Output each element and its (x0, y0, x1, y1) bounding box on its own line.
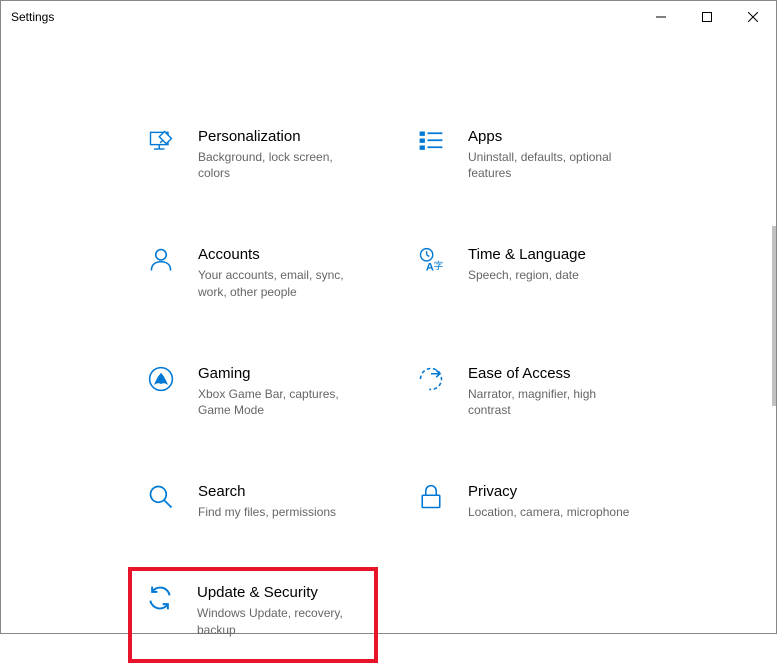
window-title: Settings (11, 10, 54, 24)
scrollbar[interactable] (772, 226, 776, 406)
settings-content: Personalization Background, lock screen,… (1, 33, 776, 650)
tile-desc: Windows Update, recovery, backup (197, 605, 361, 637)
titlebar: Settings (1, 1, 776, 33)
tile-title: Ease of Access (468, 365, 638, 382)
tile-desc: Narrator, magnifier, high contrast (468, 386, 638, 418)
tile-title: Update & Security (197, 584, 361, 601)
tile-personalization[interactable]: Personalization Background, lock screen,… (141, 123, 411, 186)
maximize-button[interactable] (684, 1, 730, 33)
tile-time-language[interactable]: A 字 Time & Language Speech, region, date (411, 241, 681, 304)
tile-title: Privacy (468, 483, 629, 500)
tile-title: Time & Language (468, 246, 586, 263)
tile-apps[interactable]: Apps Uninstall, defaults, optional featu… (411, 123, 681, 186)
tile-title: Accounts (198, 246, 368, 263)
close-button[interactable] (730, 1, 776, 33)
tile-title: Search (198, 483, 336, 500)
gaming-icon (146, 365, 176, 395)
minimize-button[interactable] (638, 1, 684, 33)
tile-desc: Your accounts, email, sync, work, other … (198, 267, 368, 299)
svg-text:A: A (426, 262, 434, 274)
apps-icon (416, 128, 446, 158)
settings-grid: Personalization Background, lock screen,… (141, 123, 776, 650)
tile-gaming[interactable]: Gaming Xbox Game Bar, captures, Game Mod… (141, 360, 411, 423)
svg-text:字: 字 (434, 260, 444, 272)
tile-desc: Background, lock screen, colors (198, 149, 368, 181)
tile-desc: Xbox Game Bar, captures, Game Mode (198, 386, 368, 418)
tile-update-security[interactable]: Update & Security Windows Update, recove… (128, 567, 378, 662)
accounts-icon (146, 246, 176, 276)
personalization-icon (146, 128, 176, 158)
tile-desc: Location, camera, microphone (468, 504, 629, 520)
tile-desc: Uninstall, defaults, optional features (468, 149, 638, 181)
tile-title: Personalization (198, 128, 368, 145)
privacy-icon (416, 483, 446, 513)
tile-desc: Find my files, permissions (198, 504, 336, 520)
ease-of-access-icon (416, 365, 446, 395)
tile-accounts[interactable]: Accounts Your accounts, email, sync, wor… (141, 241, 411, 304)
update-security-icon (145, 584, 175, 614)
tile-ease-of-access[interactable]: Ease of Access Narrator, magnifier, high… (411, 360, 681, 423)
window-controls (638, 1, 776, 33)
time-language-icon: A 字 (416, 246, 446, 276)
search-icon (146, 483, 176, 513)
tile-title: Gaming (198, 365, 368, 382)
tile-title: Apps (468, 128, 638, 145)
tile-search[interactable]: Search Find my files, permissions (141, 478, 411, 525)
tile-privacy[interactable]: Privacy Location, camera, microphone (411, 478, 681, 525)
tile-desc: Speech, region, date (468, 267, 586, 283)
